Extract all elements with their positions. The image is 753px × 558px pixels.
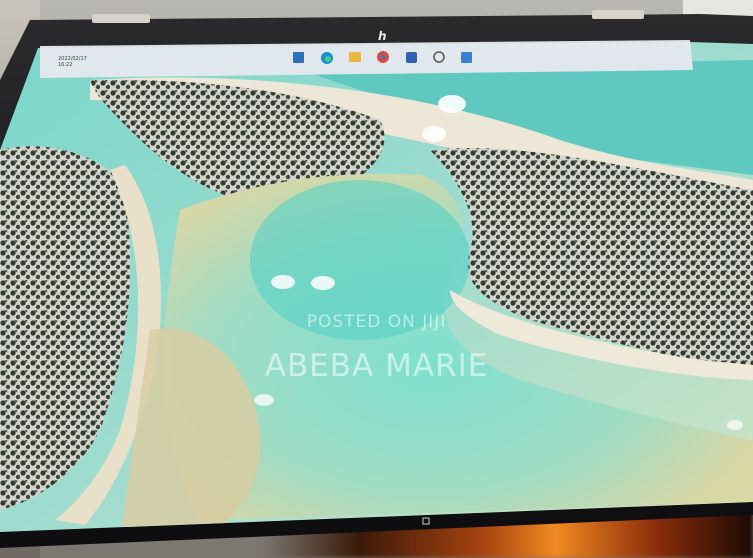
start-icon[interactable]: [293, 52, 304, 63]
file-explorer-icon[interactable]: [433, 51, 445, 63]
photo: ℎ 2022/02/17 16:22 POSTED ON JIJI ABEBA …: [0, 0, 753, 558]
store-icon[interactable]: [406, 52, 417, 63]
edge-icon[interactable]: [321, 52, 333, 64]
widgets-icon[interactable]: [461, 52, 472, 63]
taskbar-clock: 2022/02/17 16:22: [58, 56, 87, 68]
taskbar: [293, 51, 472, 64]
taskbar-time: 16:22: [58, 62, 73, 68]
folder-icon[interactable]: [349, 52, 361, 62]
chrome-icon[interactable]: [377, 51, 389, 63]
